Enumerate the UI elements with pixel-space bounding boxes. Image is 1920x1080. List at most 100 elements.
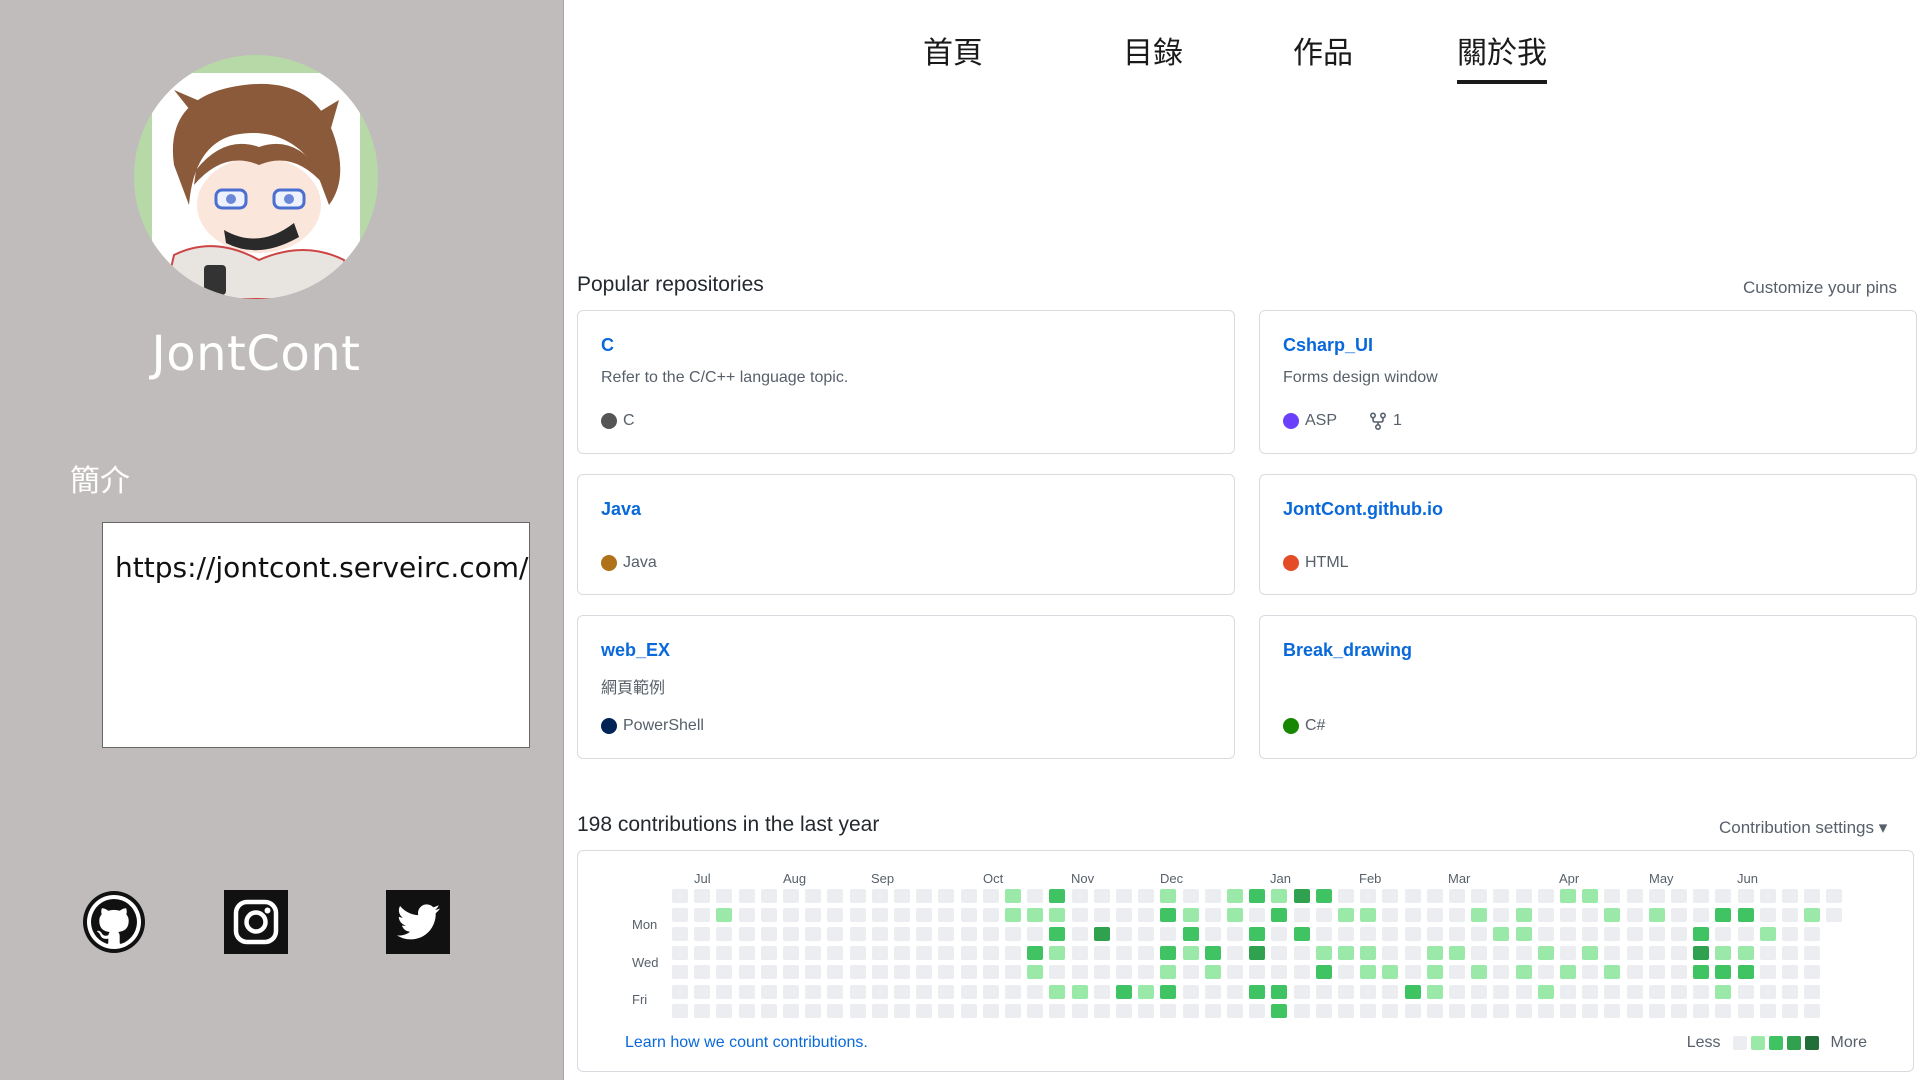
contribution-cell[interactable]: [1027, 965, 1044, 980]
customize-pins-link[interactable]: Customize your pins: [1743, 278, 1897, 298]
contribution-cell[interactable]: [1315, 984, 1332, 999]
contribution-cell[interactable]: [1537, 965, 1554, 980]
contribution-cell[interactable]: [871, 984, 888, 999]
contribution-cell[interactable]: [1671, 946, 1687, 961]
contribution-cell[interactable]: [1604, 908, 1621, 923]
contribution-cell[interactable]: [805, 965, 822, 980]
contribution-cell[interactable]: [760, 889, 777, 903]
contribution-cell[interactable]: [1204, 1003, 1221, 1018]
contribution-cell[interactable]: [1360, 984, 1377, 999]
contribution-cell[interactable]: [1293, 889, 1310, 903]
contribution-cell[interactable]: [1338, 965, 1354, 980]
contribution-cell[interactable]: [805, 1003, 822, 1018]
contribution-cell[interactable]: [1182, 927, 1199, 942]
contribution-cell[interactable]: [1493, 908, 1510, 923]
contribution-cell[interactable]: [1648, 965, 1665, 980]
contribution-cell[interactable]: [1449, 1003, 1465, 1018]
contribution-cell[interactable]: [1338, 946, 1354, 961]
contribution-cell[interactable]: [760, 927, 777, 942]
contribution-cell[interactable]: [1182, 908, 1199, 923]
contribution-cell[interactable]: [1471, 908, 1488, 923]
contribution-cell[interactable]: [1293, 946, 1310, 961]
contribution-cell[interactable]: [1404, 927, 1421, 942]
contribution-cell[interactable]: [1671, 1003, 1687, 1018]
contribution-cell[interactable]: [1537, 908, 1554, 923]
contribution-cell[interactable]: [1404, 946, 1421, 961]
contribution-cell[interactable]: [1826, 908, 1843, 923]
contribution-cell[interactable]: [1604, 946, 1621, 961]
contribution-cell[interactable]: [1093, 946, 1110, 961]
contribution-cell[interactable]: [960, 908, 977, 923]
contribution-cell[interactable]: [894, 889, 910, 903]
contribution-cell[interactable]: [1249, 927, 1266, 942]
contribution-cell[interactable]: [1715, 984, 1732, 999]
contribution-cell[interactable]: [1626, 908, 1643, 923]
contribution-cell[interactable]: [694, 889, 711, 903]
contribution-cell[interactable]: [1560, 946, 1576, 961]
contribution-cell[interactable]: [1138, 1003, 1155, 1018]
repo-name[interactable]: Java: [601, 499, 641, 520]
contribution-cell[interactable]: [1604, 984, 1621, 999]
contribution-cell[interactable]: [916, 889, 933, 903]
learn-contributions-link[interactable]: Learn how we count contributions.: [625, 1034, 868, 1052]
contribution-cell[interactable]: [960, 984, 977, 999]
contribution-cell[interactable]: [1071, 965, 1088, 980]
contribution-cell[interactable]: [1782, 965, 1798, 980]
contribution-cell[interactable]: [1515, 927, 1532, 942]
contribution-cell[interactable]: [1315, 889, 1332, 903]
contribution-cell[interactable]: [1804, 889, 1821, 903]
nav-item-about[interactable]: 關於我: [1457, 28, 1547, 84]
contribution-cell[interactable]: [1515, 965, 1532, 980]
contribution-cell[interactable]: [1204, 946, 1221, 961]
contribution-cell[interactable]: [1449, 889, 1465, 903]
contribution-cell[interactable]: [1293, 908, 1310, 923]
contribution-cell[interactable]: [871, 889, 888, 903]
contribution-cell[interactable]: [916, 927, 933, 942]
contribution-cell[interactable]: [982, 984, 999, 999]
contribution-cell[interactable]: [760, 1003, 777, 1018]
contribution-cell[interactable]: [1315, 908, 1332, 923]
contribution-cell[interactable]: [938, 908, 955, 923]
contribution-cell[interactable]: [694, 984, 711, 999]
contribution-cell[interactable]: [1404, 889, 1421, 903]
contribution-cell[interactable]: [1560, 927, 1576, 942]
contribution-cell[interactable]: [1049, 1003, 1066, 1018]
contribution-cell[interactable]: [1537, 927, 1554, 942]
contribution-cell[interactable]: [1493, 984, 1510, 999]
contribution-cell[interactable]: [1271, 1003, 1288, 1018]
contribution-cell[interactable]: [1182, 984, 1199, 999]
contribution-cell[interactable]: [1116, 946, 1132, 961]
contribution-cell[interactable]: [960, 889, 977, 903]
contribution-cell[interactable]: [1537, 1003, 1554, 1018]
contribution-cell[interactable]: [871, 965, 888, 980]
contribution-cell[interactable]: [1160, 927, 1177, 942]
contribution-cell[interactable]: [1227, 889, 1243, 903]
intro-textbox[interactable]: https://jontcont.serveirc.com/: [102, 522, 530, 748]
contribution-cell[interactable]: [672, 946, 688, 961]
contribution-cell[interactable]: [738, 927, 755, 942]
contribution-cell[interactable]: [871, 927, 888, 942]
contribution-cell[interactable]: [1648, 908, 1665, 923]
contribution-cell[interactable]: [1160, 889, 1177, 903]
contribution-cell[interactable]: [1382, 889, 1399, 903]
contribution-cell[interactable]: [1071, 908, 1088, 923]
contribution-cell[interactable]: [1449, 965, 1465, 980]
contribution-cell[interactable]: [672, 908, 688, 923]
contribution-cell[interactable]: [738, 946, 755, 961]
contribution-cell[interactable]: [1671, 984, 1687, 999]
contribution-settings-dropdown[interactable]: Contribution settings ▾: [1719, 818, 1887, 838]
contribution-cell[interactable]: [1693, 984, 1710, 999]
contribution-cell[interactable]: [1360, 889, 1377, 903]
contribution-cell[interactable]: [805, 908, 822, 923]
contribution-cell[interactable]: [1271, 889, 1288, 903]
contribution-cell[interactable]: [694, 965, 711, 980]
contribution-cell[interactable]: [1360, 965, 1377, 980]
contribution-cell[interactable]: [1093, 984, 1110, 999]
contribution-cell[interactable]: [1338, 927, 1354, 942]
contribution-cell[interactable]: [1005, 889, 1021, 903]
contribution-cell[interactable]: [1360, 908, 1377, 923]
contribution-cell[interactable]: [1271, 984, 1288, 999]
contribution-cell[interactable]: [1426, 965, 1443, 980]
contribution-cell[interactable]: [1693, 1003, 1710, 1018]
contribution-cell[interactable]: [916, 946, 933, 961]
